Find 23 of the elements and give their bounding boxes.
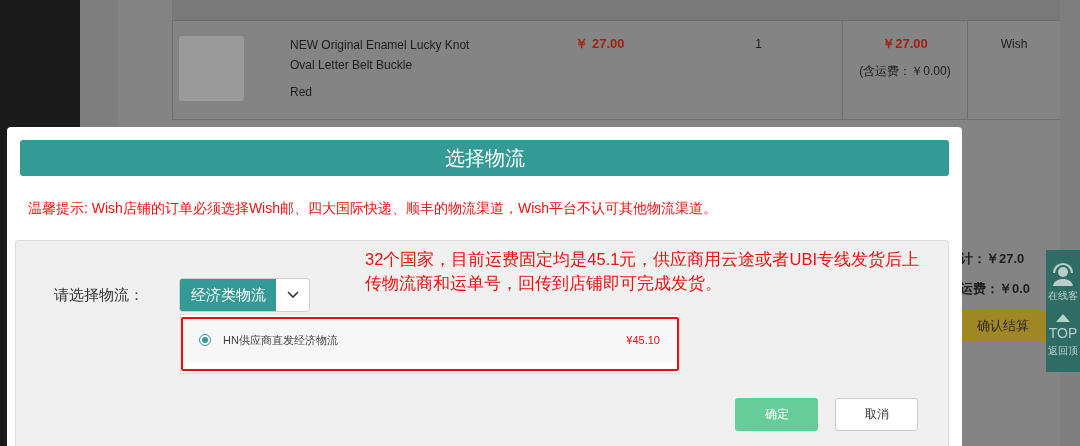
cancel-button[interactable]: 取消 — [835, 398, 918, 431]
checkout-button[interactable]: 确认结算 — [960, 310, 1046, 342]
back-to-top-label: 返回顶 — [1048, 344, 1078, 358]
logistics-dropdown[interactable]: 经济类物流 — [179, 278, 310, 312]
quantity: 1 — [755, 36, 762, 53]
logistics-option[interactable]: HN供应商直发经济物流 ¥45.10 — [183, 318, 677, 362]
top-label: TOP — [1048, 325, 1078, 341]
service-label: 在线客 — [1048, 289, 1078, 303]
side-widget[interactable]: 在线客 TOP 返回顶 — [1046, 250, 1080, 372]
subtotal: ￥27.00 — [882, 35, 928, 53]
product-variant: Red — [290, 85, 312, 99]
field-label: 请选择物流： — [54, 285, 145, 305]
platform-name: Wish — [1000, 36, 1028, 53]
option-price: ¥45.10 — [626, 334, 660, 346]
unit-price: ￥ 27.00 — [575, 35, 625, 53]
caret-icon — [286, 291, 299, 299]
annotation-text: 32个国家，目前运费固定均是45.1元，供应商用云途或者UBI专线发货后上传物流商和运单号，回传到店铺即可完成发货。 — [365, 249, 920, 294]
up-triangle-icon — [1056, 314, 1070, 322]
product-title: NEW Original Enamel Lucky Knot Oval Letter Belt Buckle — [290, 37, 471, 74]
headset-icon — [1051, 260, 1075, 286]
dialog-title: 选择物流 — [20, 140, 949, 176]
notice-text: 温馨提示: Wish店铺的订单必须选择Wish邮、四大国际快递、顺丰的物流渠道，Wish平台不认可其他物流渠道。 — [27, 199, 719, 218]
shipping-note: (含运费：￥0.00) — [859, 63, 951, 80]
